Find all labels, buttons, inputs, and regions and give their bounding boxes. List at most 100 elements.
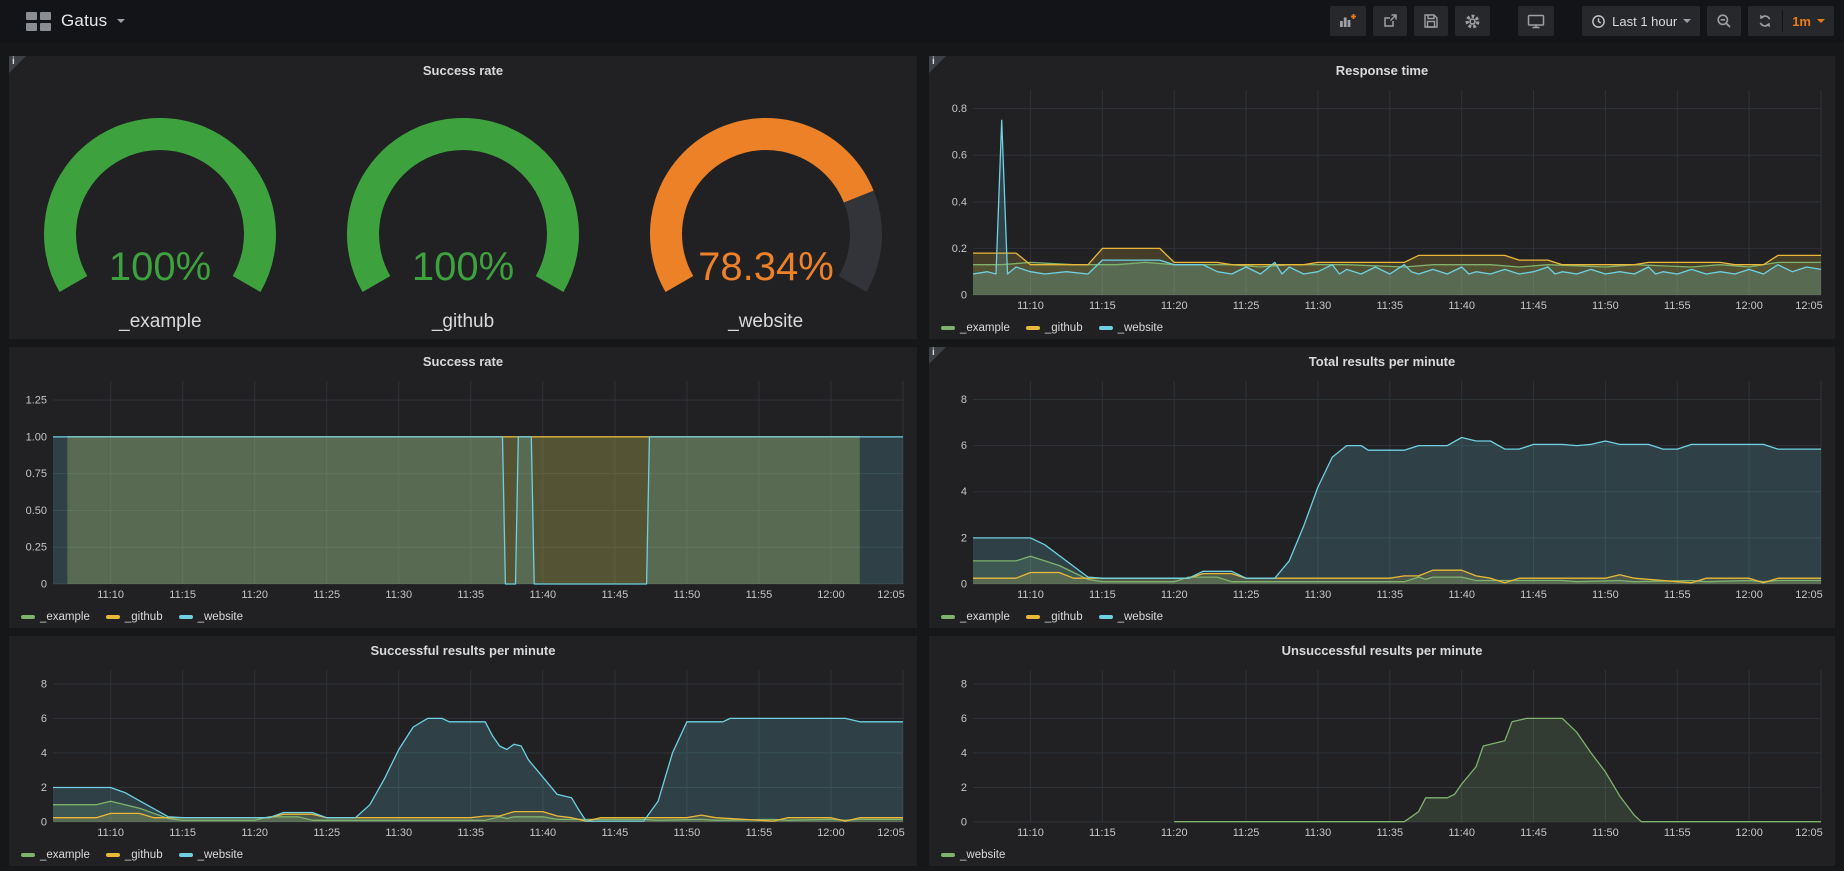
legend-item-_github[interactable]: _github: [106, 849, 163, 861]
dashboards-grid-icon[interactable]: [26, 12, 51, 31]
svg-text:12:00: 12:00: [817, 827, 845, 839]
gauge-arc: 78.34%: [616, 94, 916, 311]
svg-text:12:00: 12:00: [1735, 589, 1763, 601]
chart-response-time[interactable]: 11:1011:1511:2011:2511:3011:3511:4011:45…: [937, 84, 1827, 313]
legend-series-color: [1099, 326, 1113, 330]
panel-info-icon[interactable]: i: [929, 56, 946, 73]
gauge-website: 78.34% _website: [616, 94, 916, 333]
legend-item-_github[interactable]: _github: [1026, 322, 1083, 334]
legend-series-color: [179, 853, 193, 857]
svg-text:11:10: 11:10: [1017, 300, 1044, 312]
svg-text:12:05: 12:05: [877, 589, 905, 601]
svg-text:11:30: 11:30: [385, 589, 412, 601]
svg-text:12:05: 12:05: [1795, 300, 1823, 312]
refresh-interval-label: 1m: [1792, 14, 1811, 29]
caret-down-icon[interactable]: [117, 19, 125, 23]
legend-item-_github[interactable]: _github: [106, 611, 163, 623]
legend-series-color: [941, 853, 955, 857]
svg-text:0.25: 0.25: [26, 542, 47, 554]
caret-down-icon: [1817, 19, 1825, 23]
legend-item-_example[interactable]: _example: [941, 611, 1010, 623]
svg-text:11:15: 11:15: [1089, 827, 1116, 839]
refresh-interval-button[interactable]: 1m: [1783, 6, 1834, 36]
legend-series-label: _github: [1045, 322, 1083, 334]
panel-title[interactable]: Success rate: [9, 56, 917, 82]
legend-item-_website[interactable]: _website: [1099, 322, 1163, 334]
cycle-view-button[interactable]: [1518, 6, 1554, 36]
svg-text:4: 4: [961, 747, 967, 759]
legend-series-color: [1026, 615, 1040, 619]
svg-text:8: 8: [961, 394, 967, 406]
chart-successful-results[interactable]: 11:1011:1511:2011:2511:3011:3511:4011:45…: [17, 664, 909, 840]
navbar: Gatus: [0, 0, 1844, 42]
svg-text:6: 6: [41, 713, 47, 725]
gauge-label: _website: [728, 311, 803, 333]
panel-title[interactable]: Response time: [929, 56, 1835, 82]
svg-text:12:05: 12:05: [877, 827, 905, 839]
settings-button[interactable]: [1455, 6, 1490, 36]
svg-text:11:35: 11:35: [1376, 300, 1403, 312]
refresh-button[interactable]: [1748, 6, 1782, 36]
panel-title[interactable]: Success rate: [9, 347, 917, 373]
dashboard-title[interactable]: Gatus: [61, 11, 107, 31]
gauge-example: 100% _example: [10, 94, 310, 333]
legend-series-label: _github: [1045, 611, 1083, 623]
legend-item-_example[interactable]: _example: [21, 611, 90, 623]
svg-text:11:35: 11:35: [457, 827, 484, 839]
panel-response-time: i Response time 11:1011:1511:2011:2511:3…: [929, 56, 1835, 339]
panel-title[interactable]: Unsuccessful results per minute: [929, 636, 1835, 662]
legend-item-_website[interactable]: _website: [179, 611, 243, 623]
zoom-out-button[interactable]: [1707, 6, 1741, 36]
legend-series-color: [941, 615, 955, 619]
svg-text:11:30: 11:30: [1305, 589, 1332, 601]
time-range-button[interactable]: Last 1 hour: [1582, 6, 1700, 36]
legend-item-_website[interactable]: _website: [1099, 611, 1163, 623]
panel-success-rate-gauges: i Success rate 100% _example 100% _githu…: [9, 56, 917, 339]
save-button[interactable]: [1414, 6, 1448, 36]
share-button[interactable]: [1373, 6, 1407, 36]
legend-item-_example[interactable]: _example: [21, 849, 90, 861]
legend: _example _github _website: [21, 611, 243, 623]
svg-text:11:45: 11:45: [1520, 827, 1547, 839]
legend-item-_github[interactable]: _github: [1026, 611, 1083, 623]
clock-icon: [1591, 14, 1606, 29]
add-panel-button[interactable]: [1330, 6, 1366, 36]
share-icon: [1382, 13, 1398, 29]
time-range-label: Last 1 hour: [1612, 14, 1677, 29]
svg-text:11:55: 11:55: [1664, 827, 1691, 839]
svg-text:12:00: 12:00: [817, 589, 845, 601]
svg-text:8: 8: [961, 678, 967, 690]
panel-info-icon[interactable]: i: [9, 56, 26, 73]
legend-series-label: _website: [1118, 322, 1163, 334]
panel-successful-results: Successful results per minute 11:1011:15…: [9, 636, 917, 866]
gauge-value: 100%: [109, 245, 211, 289]
svg-text:11:50: 11:50: [674, 589, 701, 601]
legend-item-_website[interactable]: _website: [179, 849, 243, 861]
panel-success-rate-graph: Success rate 11:1011:1511:2011:2511:3011…: [9, 347, 917, 628]
svg-text:0: 0: [961, 290, 967, 302]
svg-text:11:55: 11:55: [746, 827, 773, 839]
legend-series-label: _example: [960, 611, 1010, 623]
svg-text:11:45: 11:45: [602, 827, 629, 839]
chart-unsuccessful-results[interactable]: 11:1011:1511:2011:2511:3011:3511:4011:45…: [937, 664, 1827, 840]
panel-title[interactable]: Successful results per minute: [9, 636, 917, 662]
svg-text:0.75: 0.75: [26, 468, 47, 480]
panel-unsuccessful-results: Unsuccessful results per minute 11:1011:…: [929, 636, 1835, 866]
svg-text:11:15: 11:15: [1089, 300, 1116, 312]
panel-info-icon[interactable]: i: [929, 347, 946, 364]
gauge-label: _github: [432, 311, 494, 333]
chart-success-rate[interactable]: 11:1011:1511:2011:2511:3011:3511:4011:45…: [17, 375, 909, 602]
svg-text:11:40: 11:40: [1448, 589, 1475, 601]
chart-total-results[interactable]: 11:1011:1511:2011:2511:3011:3511:4011:45…: [937, 375, 1827, 602]
legend-item-_website[interactable]: _website: [941, 849, 1005, 861]
svg-text:11:45: 11:45: [602, 589, 629, 601]
add-panel-icon: [1339, 13, 1357, 29]
legend: _example _github _website: [941, 611, 1163, 623]
legend-series-color: [941, 326, 955, 330]
svg-text:0.4: 0.4: [952, 196, 967, 208]
panel-title[interactable]: Total results per minute: [929, 347, 1835, 373]
legend-series-color: [106, 853, 120, 857]
svg-text:11:40: 11:40: [529, 589, 556, 601]
legend-item-_example[interactable]: _example: [941, 322, 1010, 334]
svg-text:11:25: 11:25: [1233, 827, 1260, 839]
